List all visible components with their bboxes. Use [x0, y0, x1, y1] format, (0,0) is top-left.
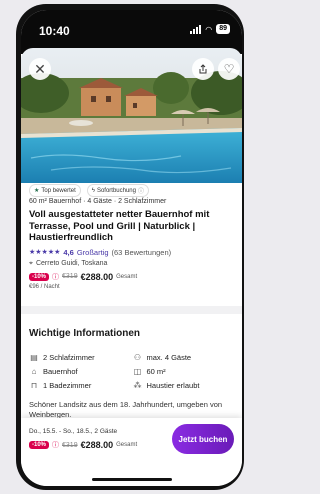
info-item: ◫ 60 m²	[133, 367, 237, 376]
section-divider	[21, 306, 242, 314]
new-price: €288.00	[80, 271, 114, 282]
booking-info-icon: ⓘ	[52, 442, 60, 449]
rating-grade: Großartig	[76, 247, 109, 257]
info-item: ⊓ 1 Badezimmer	[29, 381, 133, 390]
app-screen: 10:40 ◠ 89 ✕ ♡ ★ Top bewertet ϟ Sofortbu…	[21, 10, 242, 486]
info-item: ⚇ max. 4 Gäste	[133, 353, 237, 362]
info-item: ▤ 2 Schlafzimmer	[29, 353, 133, 362]
info-item-label: 2 Schlafzimmer	[43, 353, 95, 362]
close-icon: ✕	[34, 60, 46, 77]
rating-score: 4,6	[63, 247, 74, 257]
booking-total-label: Gesamt	[116, 442, 138, 448]
info-icon: ⓘ	[137, 189, 144, 195]
info-item-label: Bauernhof	[43, 367, 78, 376]
star-icon: ★	[34, 188, 40, 194]
rating-stars: ★★★★★	[29, 249, 61, 256]
top-rated-label: Top bewertet	[41, 187, 76, 194]
price-info-icon: ⓘ	[52, 273, 60, 281]
info-item-label: max. 4 Gäste	[146, 353, 192, 362]
key-info-title: Wichtige Informationen	[29, 328, 141, 339]
key-info-section: Wichtige Informationen ▤ 2 Schlafzimmer ⚇…	[29, 328, 236, 420]
listing-summary: 60 m² Bauernhof · 4 Gäste · 2 Schlafzimm…	[29, 196, 236, 290]
location-text: Cerreto Guidi, Toskana	[35, 260, 108, 267]
listing-meta: 60 m² Bauernhof · 4 Gäste · 2 Schlafzimm…	[29, 198, 167, 205]
info-item-label: 60 m²	[146, 367, 166, 376]
old-price: €319	[62, 273, 78, 280]
key-info-grid: ▤ 2 Schlafzimmer ⚇ max. 4 Gäste ⌂ Bauernhof…	[29, 353, 236, 390]
discount-badge: -10%	[29, 272, 50, 281]
pin-icon: ⌖	[29, 259, 33, 267]
home-indicator	[91, 478, 172, 481]
info-item: ⌂ Bauernhof	[29, 367, 133, 376]
listing-description: Schöner Landsitz aus dem 18. Jahrhundert…	[29, 400, 223, 419]
info-item: ⁂ Haustier erlaubt	[133, 381, 237, 390]
price-per-night: €96 / Nacht	[29, 283, 60, 290]
info-item-label: 1 Badezimmer	[43, 381, 92, 390]
wifi-icon: ◠	[205, 24, 213, 34]
lightning-icon: ϟ	[91, 187, 95, 194]
bed-icon: ▤	[30, 353, 38, 362]
signal-icon	[190, 24, 202, 34]
share-button[interactable]	[192, 58, 214, 80]
bath-icon: ⊓	[30, 381, 38, 390]
booking-price-row: -10% ⓘ €319 €288.00 Gesamt	[29, 440, 137, 450]
status-time: 10:40	[39, 24, 70, 38]
booking-new-price: €288.00	[80, 440, 114, 450]
guests-icon: ⚇	[133, 353, 142, 362]
listing-title: Voll ausgestatteter netter Bauernhof mit…	[29, 209, 210, 243]
close-button[interactable]: ✕	[29, 58, 51, 80]
phone-frame: 10:40 ◠ 89 ✕ ♡ ★ Top bewertet ϟ Sofortbu…	[16, 4, 244, 490]
info-item-label: Haustier erlaubt	[146, 381, 200, 390]
heart-icon: ♡	[223, 62, 235, 76]
price-row: -10% ⓘ €319 €288.00 Gesamt	[29, 272, 236, 282]
review-count: (63 Bewertungen)	[111, 247, 172, 257]
booking-dates[interactable]: Do., 15.5. - So., 18.5., 2 Gäste	[29, 428, 117, 435]
booking-old-price: €319	[62, 441, 78, 449]
total-label: Gesamt	[116, 273, 138, 280]
house-icon: ⌂	[31, 367, 37, 376]
booking-bar: Do., 15.5. - So., 18.5., 2 Gäste -10% ⓘ …	[21, 418, 242, 486]
instant-booking-label: Sofortbuchung	[96, 187, 136, 194]
area-icon: ◫	[133, 367, 142, 376]
system-icons: ◠ 89	[190, 24, 230, 34]
share-icon	[199, 64, 207, 74]
rating-row[interactable]: ★★★★★ 4,6 Großartig (63 Bewertungen)	[29, 248, 236, 257]
battery-icon: 89	[216, 24, 230, 34]
paw-icon: ⁂	[133, 381, 142, 390]
favorite-button[interactable]: ♡	[218, 58, 240, 80]
booking-discount-badge: -10%	[29, 441, 50, 449]
book-now-button[interactable]: Jetzt buchen	[172, 424, 234, 454]
location-row: ⌖ Cerreto Guidi, Toskana	[29, 260, 236, 268]
